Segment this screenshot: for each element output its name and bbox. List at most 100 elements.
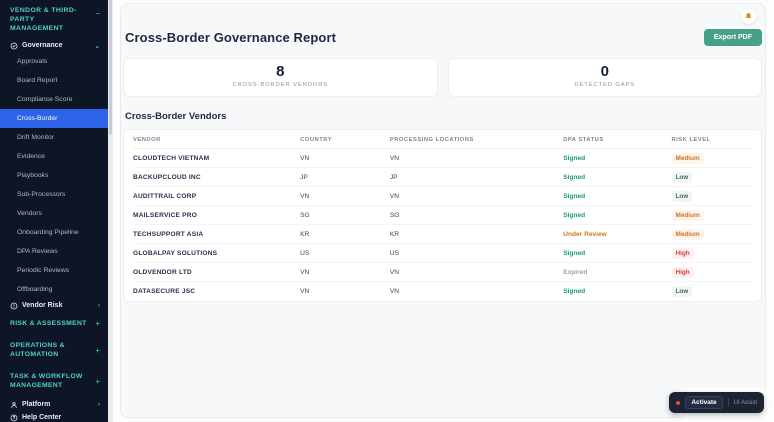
sidebar-section-operations-automation[interactable]: OPERATIONS & AUTOMATION + xyxy=(0,337,108,363)
country-code: VN xyxy=(300,288,310,295)
vendor-name: BACKUPCLOUD INC xyxy=(133,173,201,181)
table-row[interactable]: AUDITTRAIL CORP VN VN Signed Low xyxy=(133,187,752,206)
stat-card-detected-gaps: 0 DETECTED GAPS xyxy=(447,58,762,97)
column-header-dpa-status: DPA STATUS xyxy=(563,137,604,143)
person-icon xyxy=(11,401,17,408)
risk-level-cell: High xyxy=(671,266,753,278)
sidebar-section-task-workflow-management[interactable]: TASK & WORKFLOW MANAGEMENT + xyxy=(0,368,108,394)
vendor-name: TECHSUPPORT ASIA xyxy=(133,230,204,238)
country-code: JP xyxy=(300,173,308,181)
dpa-status: Signed xyxy=(563,211,586,219)
risk-level-badge: High xyxy=(671,266,694,278)
table-row[interactable]: TECHSUPPORT ASIA KR KR Under Review Medium xyxy=(133,225,752,244)
activate-button[interactable]: Activate xyxy=(685,396,723,409)
column-header-risk-level: RISK LEVEL xyxy=(671,137,711,143)
table-row[interactable]: DATASECURE JSC VN VN Signed Low xyxy=(133,282,752,301)
sidebar-nav-list: Approvals Board Report Compliance Score Cro… xyxy=(0,52,108,299)
table-row[interactable]: OLDVENDOR LTD VN VN Expired High xyxy=(133,263,752,282)
collapse-icon[interactable]: − xyxy=(95,10,100,18)
stat-label: DETECTED GAPS xyxy=(574,82,636,88)
sidebar-group-vendor-risk[interactable]: Vendor Risk › xyxy=(0,302,108,310)
sidebar-section-title: VENDOR & THIRD-PARTY MANAGEMENT xyxy=(10,7,77,32)
notification-bell-button[interactable] xyxy=(741,9,756,24)
processing-locations: KR xyxy=(389,230,400,238)
vendor-name: CLOUDTECH VIETNAM xyxy=(133,154,210,162)
chevron-right-icon: › xyxy=(97,401,100,409)
sidebar-item-offboarding[interactable]: Offboarding xyxy=(0,280,108,299)
main-content: Cross-Border Governance Report Export PD… xyxy=(113,0,774,422)
help-circle-icon xyxy=(10,414,18,422)
column-header-vendor: VENDOR xyxy=(133,137,161,143)
sidebar-item-cross-border[interactable]: Cross-Border xyxy=(0,108,108,128)
risk-level-cell: Medium xyxy=(671,152,753,164)
table-row[interactable]: MAILSERVICE PRO SG SG Signed Medium xyxy=(133,206,752,225)
dpa-status: Signed xyxy=(563,288,586,295)
ui-assist-widget[interactable]: Activate UI Assist xyxy=(669,392,764,413)
processing-locations: VN xyxy=(389,288,400,295)
alert-circle-icon xyxy=(10,302,18,310)
risk-level-cell: Low xyxy=(671,286,753,297)
export-pdf-button[interactable]: Export PDF xyxy=(703,29,762,46)
sidebar-section-header[interactable]: VENDOR & THIRD-PARTY MANAGEMENT − xyxy=(0,0,108,33)
sidebar-section-risk-assessment[interactable]: RISK & ASSESSMENT + xyxy=(0,315,108,332)
risk-level-badge: High xyxy=(671,247,694,259)
risk-level-badge: Medium xyxy=(671,152,704,164)
sidebar-group-governance[interactable]: Governance ⌄ xyxy=(0,41,108,50)
risk-level-badge: Medium xyxy=(671,228,704,240)
sidebar-help-center[interactable]: Help Center xyxy=(0,414,108,422)
vendor-name: AUDITTRAIL CORP xyxy=(133,192,197,200)
platform-label: Platform xyxy=(22,401,51,409)
column-header-processing-locations: PROCESSING LOCATIONS xyxy=(389,137,474,143)
sidebar-item-board-report[interactable]: Board Report xyxy=(0,71,108,90)
country-code: VN xyxy=(300,268,310,276)
country-code: VN xyxy=(300,192,310,200)
risk-level-badge: Low xyxy=(671,171,693,183)
sidebar-group-platform[interactable]: Platform › xyxy=(0,401,108,409)
vendors-table: VENDOR COUNTRY PROCESSING LOCATIONS DPA STA… xyxy=(123,129,762,302)
country-code: SG xyxy=(300,211,310,219)
sidebar-item-drift-monitor[interactable]: Drift Monitor xyxy=(0,128,108,147)
sidebar-item-dpa-reviews[interactable]: DPA Reviews xyxy=(0,242,108,261)
stat-value: 8 xyxy=(276,63,285,80)
table-row[interactable]: BACKUPCLOUD INC JP JP Signed Low xyxy=(133,168,752,187)
table-header-row: VENDOR COUNTRY PROCESSING LOCATIONS DPA STA… xyxy=(133,130,752,149)
sidebar-item-evidence[interactable]: Evidence xyxy=(0,147,108,166)
vendor-name: MAILSERVICE PRO xyxy=(133,211,198,219)
scrollbar-thumb[interactable] xyxy=(109,0,112,135)
sidebar-item-approvals[interactable]: Approvals xyxy=(0,52,108,71)
processing-locations: VN xyxy=(389,268,400,276)
dpa-status: Signed xyxy=(563,154,586,162)
risk-level-cell: Low xyxy=(671,171,753,183)
expand-icon: + xyxy=(95,376,100,386)
sidebar-sections: RISK & ASSESSMENT + OPERATIONS & AUTOMATIO… xyxy=(0,310,108,395)
risk-level-cell: High xyxy=(671,247,753,259)
country-code: US xyxy=(300,249,310,257)
sidebar-item-onboarding-pipeline[interactable]: Onboarding Pipeline xyxy=(0,223,108,242)
country-code: KR xyxy=(300,230,310,238)
stat-card-cross-border-vendors: 8 CROSS-BORDER VENDORS xyxy=(123,58,438,97)
page-header: Cross-Border Governance Report Export PD… xyxy=(123,29,762,46)
table-row[interactable]: GLOBALPAY SOLUTIONS US US Signed High xyxy=(133,244,752,263)
dpa-status: Signed xyxy=(563,192,586,200)
sidebar-item-playbooks[interactable]: Playbooks xyxy=(0,166,108,185)
vendor-name: DATASECURE JSC xyxy=(133,288,196,295)
stats-row: 8 CROSS-BORDER VENDORS 0 DETECTED GAPS xyxy=(123,58,762,97)
sidebar-item-sub-processors[interactable]: Sub-Processors xyxy=(0,185,108,204)
stat-value: 0 xyxy=(600,63,609,80)
divider xyxy=(727,398,729,407)
vendor-name: GLOBALPAY SOLUTIONS xyxy=(133,249,218,257)
sidebar-item-compliance-score[interactable]: Compliance Score xyxy=(0,90,108,109)
section-label: RISK & ASSESSMENT xyxy=(10,319,87,327)
bell-icon xyxy=(745,12,752,19)
expand-icon: + xyxy=(95,345,100,355)
ui-assist-label: UI Assist xyxy=(733,399,757,406)
status-dot-icon xyxy=(676,400,681,405)
table-row[interactable]: CLOUDTECH VIETNAM VN VN Signed Medium xyxy=(133,149,752,168)
section-label: TASK & WORKFLOW MANAGEMENT xyxy=(10,373,83,390)
processing-locations: VN xyxy=(389,154,400,162)
processing-locations: JP xyxy=(389,173,398,181)
section-label: OPERATIONS & AUTOMATION xyxy=(10,341,65,359)
sidebar-item-periodic-reviews[interactable]: Periodic Reviews xyxy=(0,261,108,280)
sidebar-item-vendors[interactable]: Vendors xyxy=(0,204,108,223)
vendor-name: OLDVENDOR LTD xyxy=(133,268,192,276)
